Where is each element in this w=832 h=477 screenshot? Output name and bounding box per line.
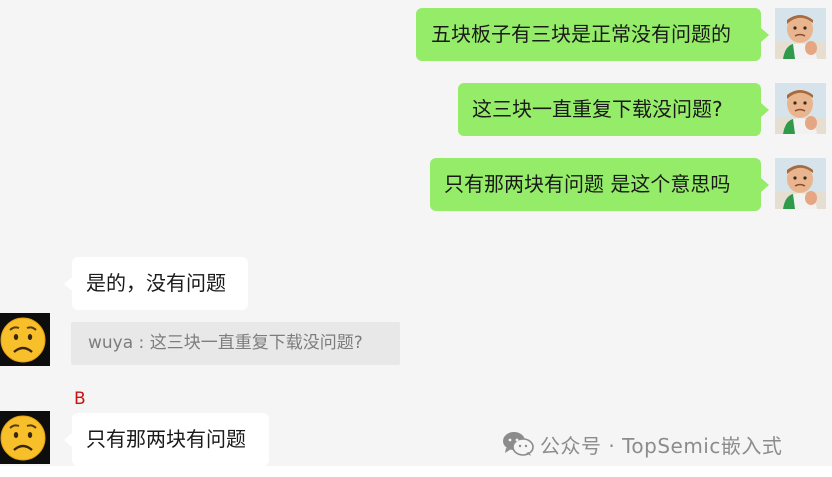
- worried-face-icon: [0, 313, 50, 366]
- contact-avatar[interactable]: [0, 411, 50, 464]
- user-avatar[interactable]: [775, 8, 826, 59]
- outgoing-message-bubble[interactable]: 这三块一直重复下载没问题?: [458, 83, 769, 136]
- worried-face-icon: [0, 411, 50, 464]
- outgoing-message-bubble[interactable]: 五块板子有三块是正常没有问题的: [416, 8, 769, 61]
- baby-photo-icon: [775, 83, 826, 134]
- incoming-message-bubble[interactable]: 是的，没有问题: [64, 257, 248, 310]
- outgoing-message-bubble[interactable]: 只有那两块有问题 是这个意思吗: [430, 158, 769, 211]
- footer-strip: [0, 466, 832, 477]
- wechat-icon: [503, 432, 534, 456]
- quoted-message[interactable]: wuya : 这三块一直重复下载没问题?: [71, 322, 400, 365]
- baby-photo-icon: [775, 8, 826, 59]
- watermark-text: 公众号 · TopSemic嵌入式: [540, 433, 783, 458]
- user-avatar[interactable]: [775, 83, 826, 134]
- user-avatar[interactable]: [775, 158, 826, 209]
- watermark: 公众号 · TopSemic嵌入式: [502, 430, 782, 458]
- contact-avatar[interactable]: [0, 313, 50, 366]
- incoming-message-bubble[interactable]: 只有那两块有问题: [64, 413, 269, 466]
- baby-photo-icon: [775, 158, 826, 209]
- sender-name: B: [74, 389, 86, 409]
